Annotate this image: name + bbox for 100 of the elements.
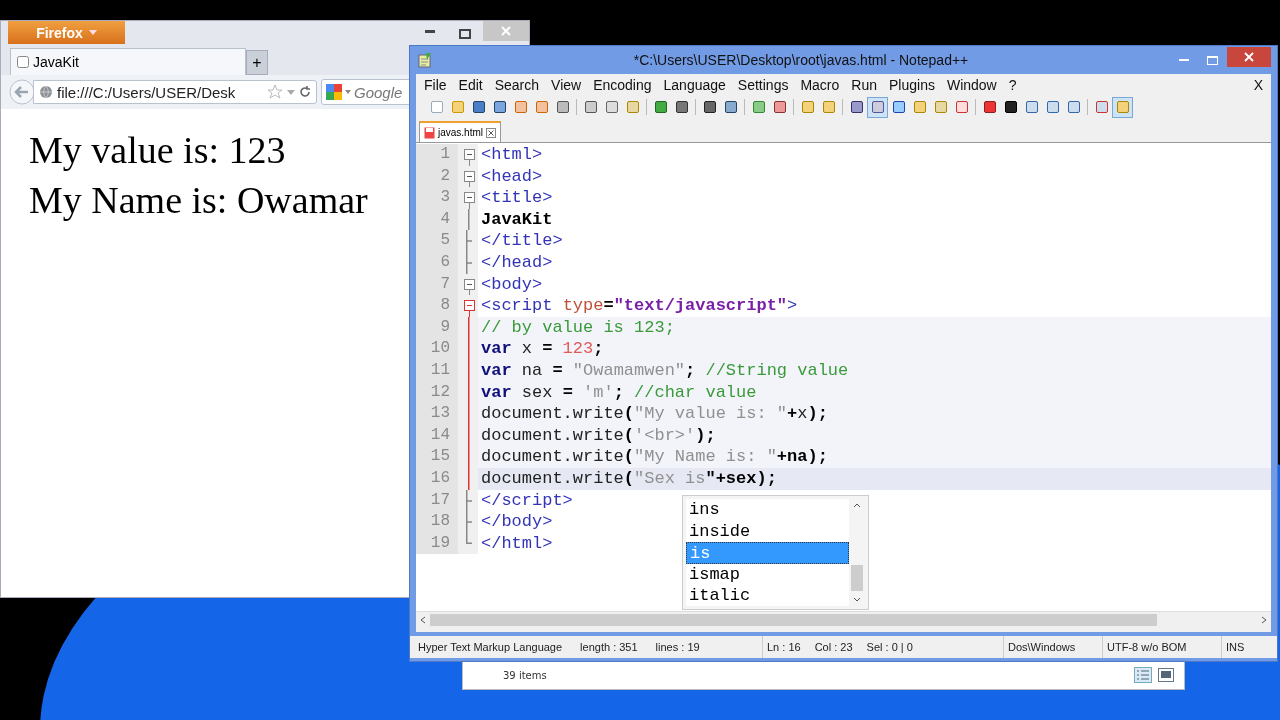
line-number: 7: [416, 273, 458, 296]
menu-item[interactable]: Encoding: [587, 77, 658, 93]
search-field[interactable]: Google: [354, 83, 410, 101]
line-number: 9: [416, 316, 458, 339]
line-number: 2: [416, 165, 458, 188]
toolbar-glyph-icon: [982, 100, 997, 114]
line-number: 3: [416, 187, 458, 209]
line-number: 4: [416, 208, 458, 231]
toolbar-glyph-icon: [1045, 100, 1060, 114]
toolbar-glyph-icon: [954, 100, 969, 114]
code-line: <html>: [480, 144, 543, 166]
toolbar-glyph-icon: [1003, 100, 1018, 114]
toolbar-glyph-icon: [849, 100, 864, 114]
menu-item[interactable]: Macro: [794, 77, 846, 93]
autocomplete-item[interactable]: italic: [686, 585, 849, 607]
menu-item[interactable]: Search: [488, 77, 546, 93]
status-text: UTF-8 w/o BOM: [1107, 641, 1187, 653]
item-count: 39 items: [503, 669, 548, 681]
back-icon[interactable]: [9, 79, 35, 105]
star-icon[interactable]: [267, 84, 283, 100]
close-button[interactable]: [1227, 47, 1271, 67]
close-icon: [501, 26, 511, 36]
toolbar-glyph-icon: [534, 100, 549, 114]
caret-icon[interactable]: [287, 89, 295, 95]
toolbar-glyph-icon: [674, 100, 689, 114]
toolbar-glyph-icon: [471, 100, 486, 114]
code-line: JavaKit: [480, 208, 553, 231]
menu-item[interactable]: Settings: [731, 77, 795, 93]
scrollbar-thumb[interactable]: [430, 614, 1157, 626]
code-line: <head>: [480, 165, 543, 188]
toolbar-glyph-icon: [1115, 100, 1130, 114]
scrollbar-thumb[interactable]: [851, 564, 863, 591]
code-line: <body>: [480, 273, 543, 296]
reload-icon[interactable]: [299, 86, 311, 98]
status-text: Hyper Text Markup Language: [418, 641, 563, 653]
menu-item[interactable]: Window: [940, 77, 1003, 93]
toolbar-glyph-icon: [1024, 100, 1039, 114]
toolbar-glyph-icon: [912, 100, 927, 114]
toolbar-glyph-icon: [702, 100, 717, 114]
scroll-right-icon[interactable]: [1261, 616, 1267, 624]
toolbar-glyph-icon: [583, 100, 598, 114]
line-number: 18: [416, 511, 458, 533]
menu-item[interactable]: Run: [845, 77, 883, 93]
toolbar-glyph-icon: [772, 100, 787, 114]
autocomplete-item[interactable]: inside: [686, 520, 849, 543]
scroll-left-icon[interactable]: [420, 616, 426, 624]
new-tab-button[interactable]: +: [246, 50, 268, 75]
code-line: </body>: [480, 511, 553, 533]
toolbar-glyph-icon: [891, 100, 906, 114]
toolbar-glyph-icon: [821, 100, 836, 114]
line-number: 1: [416, 144, 458, 166]
line-number: 16: [416, 467, 458, 490]
maximize-icon[interactable]: [459, 29, 471, 39]
toolbar-glyph-icon: [751, 100, 766, 114]
search-engine-icon[interactable]: [326, 84, 342, 100]
toolbar-glyph-icon: [450, 100, 465, 114]
status-text: Dos\Windows: [1008, 641, 1076, 653]
autocomplete-item[interactable]: ismap: [686, 563, 849, 586]
document-tab[interactable]: javas.html: [419, 121, 501, 142]
thumbnail-view-icon[interactable]: [1158, 668, 1174, 682]
menu-item[interactable]: View: [545, 77, 588, 93]
toolbar-glyph-icon: [555, 100, 570, 114]
minimize-icon[interactable]: [425, 29, 435, 33]
toolbar-glyph-icon: [723, 100, 738, 114]
line-number: 13: [416, 403, 458, 425]
scroll-down-icon[interactable]: [853, 597, 861, 602]
autocomplete-item[interactable]: ins: [686, 499, 849, 521]
line-number: 14: [416, 424, 458, 447]
toolbar-glyph-icon: [492, 100, 507, 114]
code-line: <title>: [480, 187, 553, 209]
file-icon: [424, 126, 435, 139]
menu-item[interactable]: Plugins: [883, 77, 941, 93]
page-text: My Name is: Owamar: [29, 178, 368, 223]
line-number: 12: [416, 381, 458, 404]
status-text: length : 351: [580, 641, 638, 653]
menu-item[interactable]: ?: [1002, 77, 1023, 93]
toolbar-glyph-icon: [1066, 100, 1081, 114]
address-bar[interactable]: file:///C:/Users/USER/Desk: [33, 80, 317, 104]
menu-item[interactable]: File: [418, 77, 453, 93]
status-text: INS: [1226, 641, 1245, 653]
window-title: *C:\Users\USER\Desktop\root\javas.html - Notepad++: [632, 52, 970, 68]
notepad-icon: [418, 52, 432, 68]
line-number: 5: [416, 230, 458, 252]
line-number: 6: [416, 251, 458, 274]
line-number: 15: [416, 446, 458, 468]
toolbar-glyph-icon: [933, 100, 948, 114]
menu-item[interactable]: Edit: [452, 77, 489, 93]
menu-item[interactable]: Language: [657, 77, 732, 93]
globe-icon: [39, 85, 53, 99]
browser-tab[interactable]: JavaKit: [10, 48, 246, 75]
toolbar-glyph-icon: [800, 100, 815, 114]
scroll-up-icon[interactable]: [853, 503, 861, 508]
code-line: </script>: [480, 489, 573, 512]
horizontal-scrollbar[interactable]: [416, 611, 1271, 628]
status-text: Col : 23: [814, 641, 853, 653]
line-number: 17: [416, 489, 458, 512]
close-document-button[interactable]: X: [1247, 77, 1269, 93]
status-text: Sel : 0 | 0: [866, 641, 913, 653]
close-icon[interactable]: [486, 127, 496, 138]
caret-icon[interactable]: [345, 90, 351, 94]
